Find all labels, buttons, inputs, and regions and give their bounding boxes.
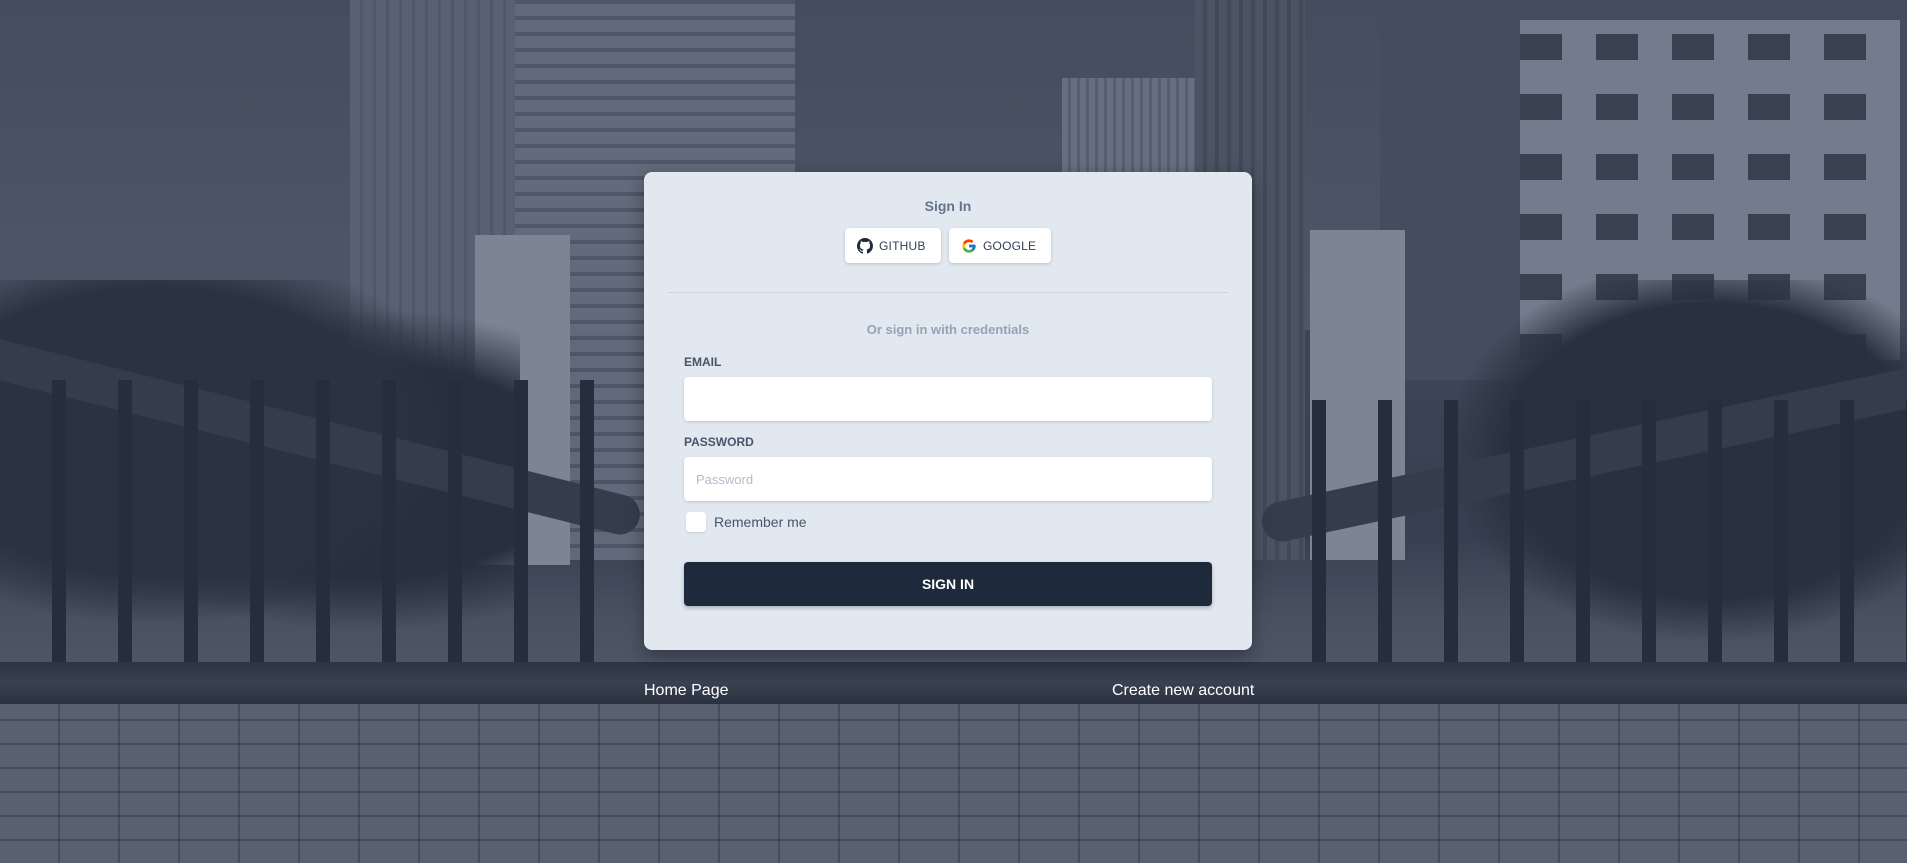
google-button[interactable]: GOOGLE	[949, 228, 1051, 263]
password-label: PASSWORD	[684, 435, 754, 449]
credentials-subtitle: Or sign in with credentials	[866, 322, 1030, 337]
card-title: Sign In	[924, 198, 972, 214]
email-field[interactable]	[684, 377, 1212, 421]
google-button-label: GOOGLE	[983, 238, 1037, 253]
create-account-link[interactable]: Create new account	[1112, 682, 1254, 700]
remember-me-checkbox[interactable]	[686, 512, 706, 532]
github-button[interactable]: GITHUB	[845, 228, 941, 263]
sign-in-card: Sign In GITHUB GOOGLE Or sign in with cr…	[644, 172, 1252, 650]
github-icon	[857, 237, 873, 254]
background-scene: Sign In GITHUB GOOGLE Or sign in with cr…	[0, 0, 1907, 863]
social-login-row: GITHUB GOOGLE	[644, 228, 1252, 263]
home-page-link[interactable]: Home Page	[644, 682, 729, 700]
google-icon	[961, 238, 977, 254]
remember-me-row[interactable]: Remember me	[686, 512, 807, 532]
password-field[interactable]	[684, 457, 1212, 501]
email-label: EMAIL	[684, 355, 722, 369]
github-button-label: GITHUB	[879, 238, 926, 253]
sign-in-button[interactable]: SIGN IN	[684, 562, 1212, 606]
remember-me-label: Remember me	[714, 514, 807, 530]
divider	[668, 292, 1228, 293]
